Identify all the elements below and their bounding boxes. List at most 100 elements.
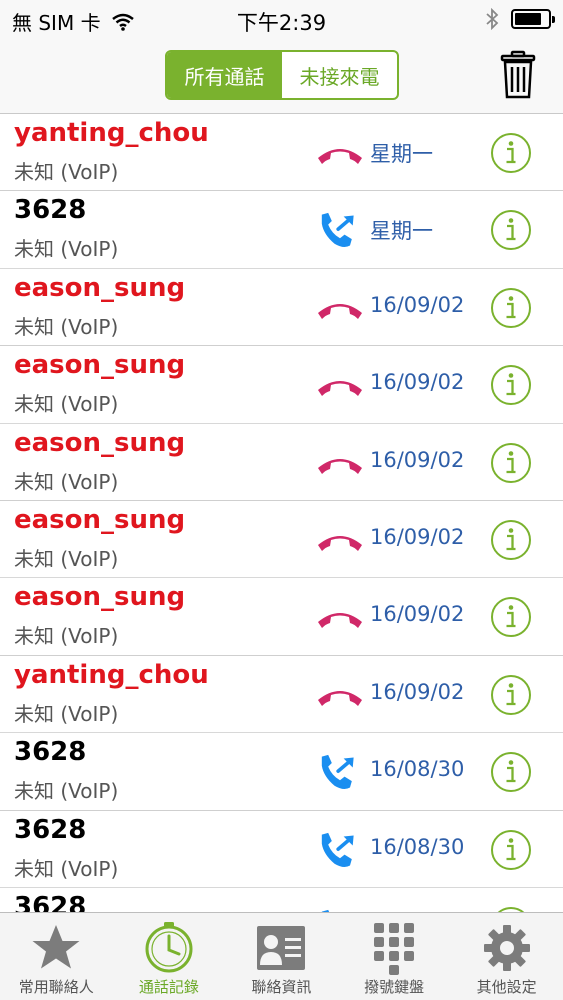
caller-subtitle: 未知 (VoIP)	[14, 624, 119, 649]
battery-fill	[515, 13, 541, 25]
call-log-row[interactable]: yanting_chou 未知 (VoIP) 星期一	[0, 114, 563, 192]
tab-contacts[interactable]: 聯絡資訊	[225, 913, 338, 1000]
call-date: 星期一	[370, 219, 433, 244]
clock-icon	[145, 922, 193, 973]
caller-name: 3628	[14, 814, 87, 845]
call-log-row[interactable]: 3628 未知 (VoIP) 16/08/30	[0, 733, 563, 811]
contact-card-icon	[257, 926, 306, 970]
missed-call-icon	[318, 458, 362, 474]
missed-call-icon	[318, 613, 362, 629]
caller-subtitle: 未知 (VoIP)	[14, 237, 119, 262]
tab-label: 常用聯絡人	[18, 978, 94, 996]
caller-subtitle: 未知 (VoIP)	[14, 392, 119, 417]
call-log-row[interactable]: eason_sung 未知 (VoIP) 16/09/02	[0, 424, 563, 501]
outgoing-call-icon	[321, 754, 354, 790]
call-log-row[interactable]: 3628	[0, 888, 563, 912]
bluetooth-icon	[486, 8, 499, 30]
tab-call-log[interactable]: 通話記錄	[113, 913, 226, 1000]
caller-subtitle: 未知 (VoIP)	[14, 546, 119, 571]
call-log-list[interactable]: yanting_chou 未知 (VoIP) 星期一 3628 未知 (VoIP…	[0, 114, 563, 912]
tab-label: 聯絡資訊	[251, 978, 312, 996]
caller-subtitle: 未知 (VoIP)	[14, 856, 119, 881]
tab-label: 通話記錄	[138, 978, 199, 996]
info-icon[interactable]	[490, 442, 532, 484]
missed-call-icon-wrap	[314, 598, 366, 638]
info-icon[interactable]	[490, 287, 532, 329]
outgoing-call-icon-wrap	[314, 753, 366, 793]
info-icon[interactable]	[490, 674, 532, 716]
caller-name: eason_sung	[14, 427, 186, 458]
missed-call-icon	[318, 381, 362, 397]
missed-call-icon	[318, 149, 362, 164]
tab-keypad[interactable]: 撥號鍵盤	[338, 913, 451, 1000]
missed-call-icon-wrap	[314, 366, 366, 406]
trash-icon[interactable]	[498, 50, 538, 100]
battery-icon	[511, 9, 555, 29]
caller-name: eason_sung	[14, 350, 186, 381]
call-date: 16/08/30	[370, 834, 465, 859]
call-filter-segmented-control: 所有通話 未接來電	[165, 50, 399, 100]
caller-name: eason_sung	[14, 272, 186, 303]
caller-name: eason_sung	[14, 504, 186, 535]
caller-subtitle: 未知 (VoIP)	[14, 469, 119, 494]
tab-label: 撥號鍵盤	[364, 978, 425, 996]
info-icon[interactable]	[490, 519, 532, 561]
call-log-row[interactable]: yanting_chou 未知 (VoIP) 16/09/02	[0, 656, 563, 734]
info-icon[interactable]	[490, 132, 532, 174]
missed-call-icon	[318, 690, 362, 706]
status-bar: 無 SIM 卡 下午2:39	[0, 0, 563, 40]
info-icon[interactable]	[490, 364, 532, 406]
call-log-row[interactable]: eason_sung 未知 (VoIP) 16/09/02	[0, 501, 563, 579]
info-icon[interactable]	[490, 751, 532, 793]
outgoing-call-icon-wrap	[314, 831, 366, 871]
caller-name: 3628	[14, 195, 87, 226]
call-date: 16/08/30	[370, 757, 465, 782]
missed-call-icon-wrap	[314, 521, 366, 561]
outgoing-call-icon	[321, 213, 354, 248]
caller-name: eason_sung	[14, 582, 186, 613]
tab-settings[interactable]: 其他設定	[450, 913, 563, 1000]
outgoing-call-icon	[321, 832, 354, 867]
call-date: 16/09/02	[370, 447, 465, 472]
caller-subtitle: 未知 (VoIP)	[14, 160, 119, 184]
keypad-icon	[374, 923, 415, 975]
call-log-row[interactable]: eason_sung 未知 (VoIP) 16/09/02	[0, 269, 563, 347]
info-icon[interactable]	[490, 596, 532, 638]
caller-name: 3628	[14, 737, 87, 768]
missed-call-icon-wrap	[314, 444, 366, 484]
outgoing-call-icon-wrap	[314, 211, 366, 251]
tab-favorites[interactable]: 常用聯絡人	[0, 913, 113, 1000]
caller-subtitle: 未知 (VoIP)	[14, 314, 119, 339]
missed-call-icon	[318, 535, 362, 551]
call-log-row[interactable]: eason_sung 未知 (VoIP) 16/09/02	[0, 346, 563, 424]
missed-call-icon	[318, 303, 362, 319]
call-log-row[interactable]: eason_sung 未知 (VoIP) 16/09/02	[0, 578, 563, 656]
caller-subtitle: 未知 (VoIP)	[14, 701, 119, 726]
call-date: 16/09/02	[370, 524, 465, 549]
missed-call-icon-wrap	[314, 134, 366, 174]
star-icon	[32, 925, 80, 969]
missed-call-icon-wrap	[314, 676, 366, 716]
call-date: 16/09/02	[370, 370, 465, 395]
call-log-row[interactable]: 3628 未知 (VoIP) 16/08/30	[0, 811, 563, 888]
status-time: 下午2:39	[236, 11, 327, 35]
call-date: 16/09/02	[370, 292, 465, 317]
call-log-row[interactable]: 3628 未知 (VoIP) 星期一	[0, 191, 563, 269]
gear-icon	[483, 925, 530, 971]
caller-subtitle: 未知 (VoIP)	[14, 779, 119, 804]
info-icon[interactable]	[490, 209, 532, 251]
info-icon[interactable]	[490, 829, 532, 871]
status-right	[485, 8, 555, 30]
caller-name: yanting_chou	[14, 659, 209, 690]
call-date: 16/09/02	[370, 602, 465, 627]
segment-all-calls[interactable]: 所有通話	[167, 52, 282, 98]
tab-bar: 常用聯絡人 通話記錄 聯絡資訊 撥號鍵盤 其他設定	[0, 912, 563, 1000]
segment-missed-calls[interactable]: 未接來電	[282, 52, 397, 98]
call-date: 星期一	[370, 142, 433, 166]
call-date: 16/09/02	[370, 679, 465, 704]
nav-bar: 所有通話 未接來電	[0, 40, 563, 114]
tab-label: 其他設定	[476, 978, 537, 996]
caller-name: 3628	[14, 891, 87, 912]
missed-call-icon-wrap	[314, 289, 366, 329]
caller-name: yanting_chou	[14, 118, 209, 148]
